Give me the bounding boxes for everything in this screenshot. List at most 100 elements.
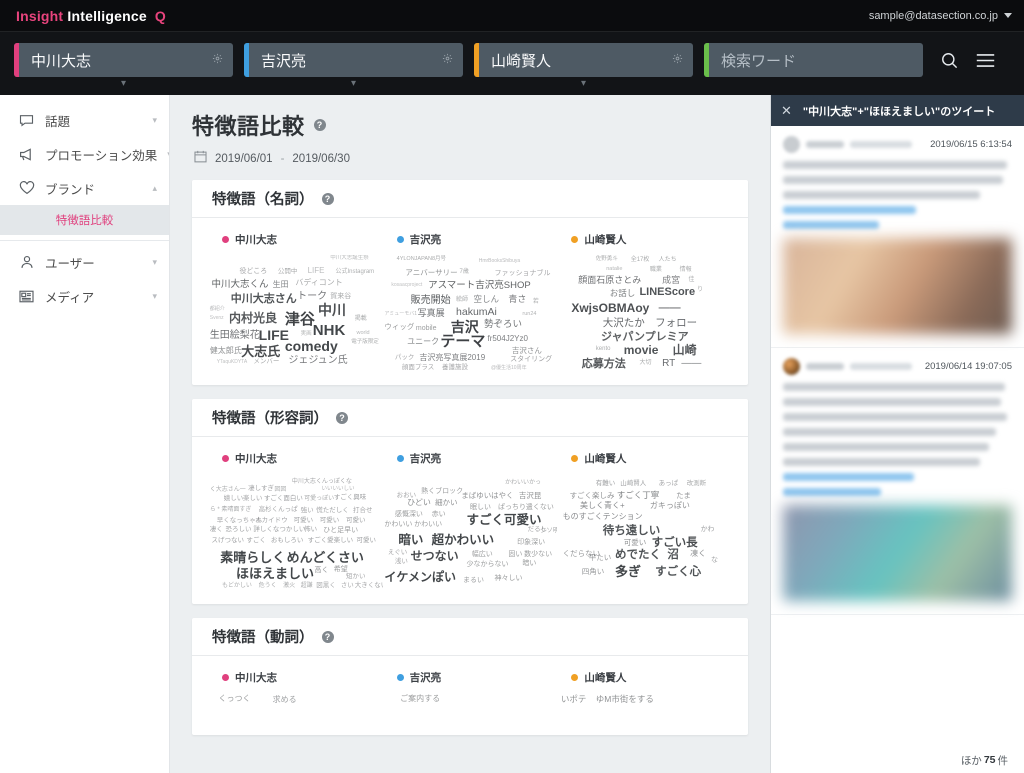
- wordcloud-word[interactable]: 打合せ: [353, 508, 373, 515]
- wordcloud-adjective-2[interactable]: かわいいかっ 熱くブロック おおい まばゆい はやく 吉沢昆 ひどい 細かい 眠しい ぱっちり 遣く…: [383, 474, 557, 592]
- search-field-4[interactable]: 検索ワード: [704, 43, 923, 77]
- wordcloud-word[interactable]: 暗い: [398, 534, 423, 547]
- wordcloud-word[interactable]: 情報: [680, 267, 692, 273]
- wordcloud-word[interactable]: フォロー: [655, 318, 697, 329]
- wordcloud-word[interactable]: ガキっぽい: [650, 502, 690, 510]
- wordcloud-word[interactable]: 顔面石原さとみ: [578, 276, 641, 285]
- wordcloud-word[interactable]: はやく: [491, 492, 514, 500]
- tweet-media[interactable]: [783, 505, 1012, 601]
- wordcloud-word[interactable]: すごく興味: [334, 495, 367, 502]
- wordcloud-word[interactable]: ファッショナブル: [494, 270, 550, 277]
- wordcloud-word[interactable]: @優生活10周年: [491, 365, 527, 371]
- wordcloud-word[interactable]: 高杉くんっぱ: [259, 507, 298, 514]
- wordcloud-word[interactable]: hakumAi: [456, 307, 497, 318]
- search-icon[interactable]: [940, 51, 959, 70]
- wordcloud-word[interactable]: 賀来谷: [330, 293, 351, 300]
- wordcloud-word[interactable]: 固い: [508, 551, 522, 558]
- tweet-item[interactable]: 2019/06/14 19:07:05: [771, 348, 1024, 615]
- wordcloud-word[interactable]: あっぱ: [659, 481, 679, 488]
- wordcloud-word[interactable]: かわいい: [414, 521, 442, 528]
- wordcloud-word[interactable]: 図図: [274, 487, 286, 493]
- wordcloud-word[interactable]: ウィッグ: [384, 323, 414, 331]
- wordcloud-word[interactable]: 楽しい: [243, 496, 263, 503]
- wordcloud-word[interactable]: kento: [596, 346, 611, 352]
- wordcloud-word[interactable]: アミューモバ1: [384, 311, 417, 317]
- wordcloud-word[interactable]: 改測断: [687, 481, 707, 488]
- wordcloud-word[interactable]: 公式Instagram: [336, 269, 375, 275]
- wordcloud-word[interactable]: movie: [624, 344, 659, 356]
- wordcloud-word[interactable]: な: [711, 557, 718, 564]
- search-input-4[interactable]: 検索ワード: [709, 50, 923, 71]
- wordcloud-word[interactable]: まばゆい: [461, 492, 491, 500]
- wordcloud-word[interactable]: まるい: [463, 577, 484, 584]
- sidebar-item-brand[interactable]: ブランド ▴: [0, 171, 169, 205]
- wordcloud-word[interactable]: 可愛い: [356, 537, 376, 545]
- wordcloud-word[interactable]: 職業: [650, 267, 662, 273]
- wordcloud-word[interactable]: たま: [676, 492, 691, 500]
- wordcloud-word[interactable]: 7歳: [460, 269, 469, 275]
- wordcloud-word[interactable]: 吉沢昆: [519, 492, 542, 500]
- wordcloud-word[interactable]: 4YLONJAPAN8月号: [397, 257, 446, 263]
- wordcloud-word[interactable]: 実画: [301, 331, 312, 338]
- wordcloud-word[interactable]: 凄く: [210, 527, 223, 534]
- wordcloud-word[interactable]: かわいい: [384, 521, 412, 528]
- search-input-3[interactable]: 山崎賢人: [479, 50, 672, 71]
- wordcloud-word[interactable]: スげつない: [211, 537, 244, 545]
- wordcloud-word[interactable]: 中川大志くん: [211, 280, 268, 290]
- wordcloud-word[interactable]: RT: [662, 358, 675, 369]
- tweet-item[interactable]: 2019/06/15 6:13:54: [771, 126, 1024, 348]
- app-logo[interactable]: Insight Intelligence Q: [16, 8, 166, 24]
- wordcloud-word[interactable]: めでたく: [615, 549, 661, 562]
- wordcloud-word[interactable]: 吉沢: [451, 320, 479, 334]
- wordcloud-word[interactable]: mobile: [416, 325, 437, 332]
- wordcloud-word[interactable]: すごく楽しみ: [570, 492, 615, 500]
- wordcloud-word[interactable]: 成宮: [662, 276, 680, 285]
- wordcloud-word[interactable]: 人たち: [659, 257, 677, 263]
- wordcloud-word[interactable]: ——: [681, 358, 701, 369]
- wordcloud-word[interactable]: ひと足早い: [323, 527, 358, 534]
- wordcloud-word[interactable]: 佐野勇斗: [596, 257, 618, 263]
- search-field-2[interactable]: 吉沢亮: [244, 43, 463, 77]
- wordcloud-word[interactable]: 神々しい: [494, 575, 522, 582]
- wordcloud-word[interactable]: 図黒く: [316, 582, 336, 590]
- wordcloud-word[interactable]: 印象深い: [517, 539, 545, 546]
- wordcloud-word[interactable]: すごく可愛い: [467, 514, 542, 527]
- wordcloud-word[interactable]: 恐ろしい: [225, 527, 251, 534]
- wordcloud-word[interactable]: 販売開始: [411, 296, 451, 306]
- wordcloud-word[interactable]: LINEScore: [639, 286, 695, 298]
- wordcloud-word[interactable]: テーマ: [440, 334, 485, 349]
- wordcloud-word[interactable]: ほほえましい: [236, 567, 314, 580]
- wordcloud-word[interactable]: 青さ: [508, 295, 526, 304]
- wordcloud-noun-3[interactable]: 佐野勇斗 全17枚 人たち natalie 職業 情報 顔面石原さとみ 成宮 佳お話し LINES…: [557, 255, 732, 373]
- wordcloud-word[interactable]: 怖い: [304, 527, 317, 534]
- wordcloud-word[interactable]: もどかしい: [222, 583, 252, 589]
- sidebar-item-feature-word-comparison[interactable]: 特徴語比較: [0, 205, 169, 235]
- wordcloud-word[interactable]: 役どころ: [239, 268, 267, 275]
- wordcloud-word[interactable]: 少なからない: [467, 561, 509, 568]
- wordcloud-word[interactable]: 健太郎氏: [210, 347, 242, 355]
- chevron-down-icon[interactable]: ▾: [121, 79, 126, 89]
- wordcloud-word[interactable]: ら * 素晴面すぎ: [210, 507, 252, 513]
- wordcloud-word[interactable]: 掲載: [355, 316, 367, 322]
- search-field-3[interactable]: 山崎賢人: [474, 43, 693, 77]
- wordcloud-word[interactable]: 応募方法: [582, 358, 626, 370]
- wordcloud-word[interactable]: world: [356, 330, 369, 337]
- wordcloud-word[interactable]: ぱっちり: [498, 504, 526, 511]
- help-icon[interactable]: ?: [321, 192, 334, 205]
- wordcloud-word[interactable]: 顔面プラス: [402, 364, 434, 372]
- wordcloud-word[interactable]: 養護施設: [442, 364, 468, 372]
- gear-icon[interactable]: [672, 51, 683, 69]
- wordcloud-word[interactable]: 空しん: [474, 295, 500, 304]
- wordcloud-word[interactable]: ひどい: [407, 498, 431, 507]
- wordcloud-verb-2[interactable]: ご案内する: [383, 693, 558, 723]
- wordcloud-word[interactable]: 内村光良: [229, 312, 277, 324]
- wordcloud-word[interactable]: 細かい: [435, 499, 458, 507]
- chevron-down-icon[interactable]: ▾: [351, 79, 356, 89]
- wordcloud-word[interactable]: 中川大志さん: [231, 293, 297, 305]
- wordcloud-word[interactable]: YTaquKDYTA: [217, 360, 247, 365]
- wordcloud-word[interactable]: せつない: [411, 550, 459, 562]
- wordcloud-word[interactable]: 電子版限定: [351, 339, 379, 346]
- sidebar-item-promotion[interactable]: プロモーション効果 ▾: [0, 137, 169, 171]
- wordcloud-word[interactable]: 強い: [301, 508, 314, 515]
- wordcloud-word[interactable]: 四角い: [582, 568, 605, 576]
